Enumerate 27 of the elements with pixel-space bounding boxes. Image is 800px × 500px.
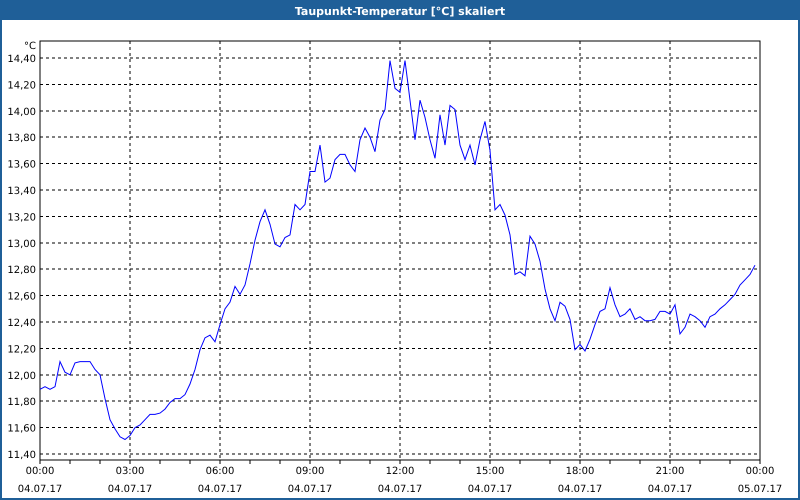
y-tick-label: 13,40 bbox=[7, 186, 36, 197]
y-tick-label: 11,80 bbox=[7, 397, 36, 408]
y-tick-label: 12,40 bbox=[7, 318, 36, 329]
x-tick-label: 18:00 04.07.17 bbox=[558, 466, 602, 495]
y-tick-label: 14,20 bbox=[7, 80, 36, 92]
window-title: Taupunkt-Temperatur [°C] skaliert bbox=[294, 6, 506, 16]
y-tick-label: 12,00 bbox=[7, 370, 36, 382]
y-tick-label: 12,80 bbox=[7, 265, 36, 276]
x-tick-label: 00:00 04.07.17 bbox=[18, 466, 62, 495]
x-tick-label: 21:00 04.07.17 bbox=[648, 466, 692, 495]
x-tick-label: 06:00 04.07.17 bbox=[198, 466, 242, 495]
x-tick-label: 00:00 05.07.17 bbox=[738, 466, 782, 495]
y-tick-label: 14,00 bbox=[7, 106, 36, 118]
x-tick-label: 12:00 04.07.17 bbox=[378, 466, 422, 495]
x-tick-label: 09:00 04.07.17 bbox=[288, 466, 332, 495]
y-tick-label: 13,80 bbox=[7, 133, 36, 144]
y-tick-label: 13,20 bbox=[7, 212, 36, 224]
y-tick-label: 11,60 bbox=[7, 424, 36, 435]
x-tick-label: 03:00 04.07.17 bbox=[108, 466, 152, 495]
y-tick-label: 13,00 bbox=[7, 238, 36, 250]
x-tick-label: 15:00 04.07.17 bbox=[468, 466, 512, 495]
y-tick-label: 12,60 bbox=[7, 292, 36, 303]
y-tick-label: 11,40 bbox=[7, 450, 36, 461]
y-tick-label: 12,20 bbox=[7, 344, 36, 356]
y-tick-label: 14,40 bbox=[7, 54, 36, 65]
y-tick-label: 13,60 bbox=[7, 160, 36, 171]
y-axis-unit: °C bbox=[24, 41, 36, 52]
